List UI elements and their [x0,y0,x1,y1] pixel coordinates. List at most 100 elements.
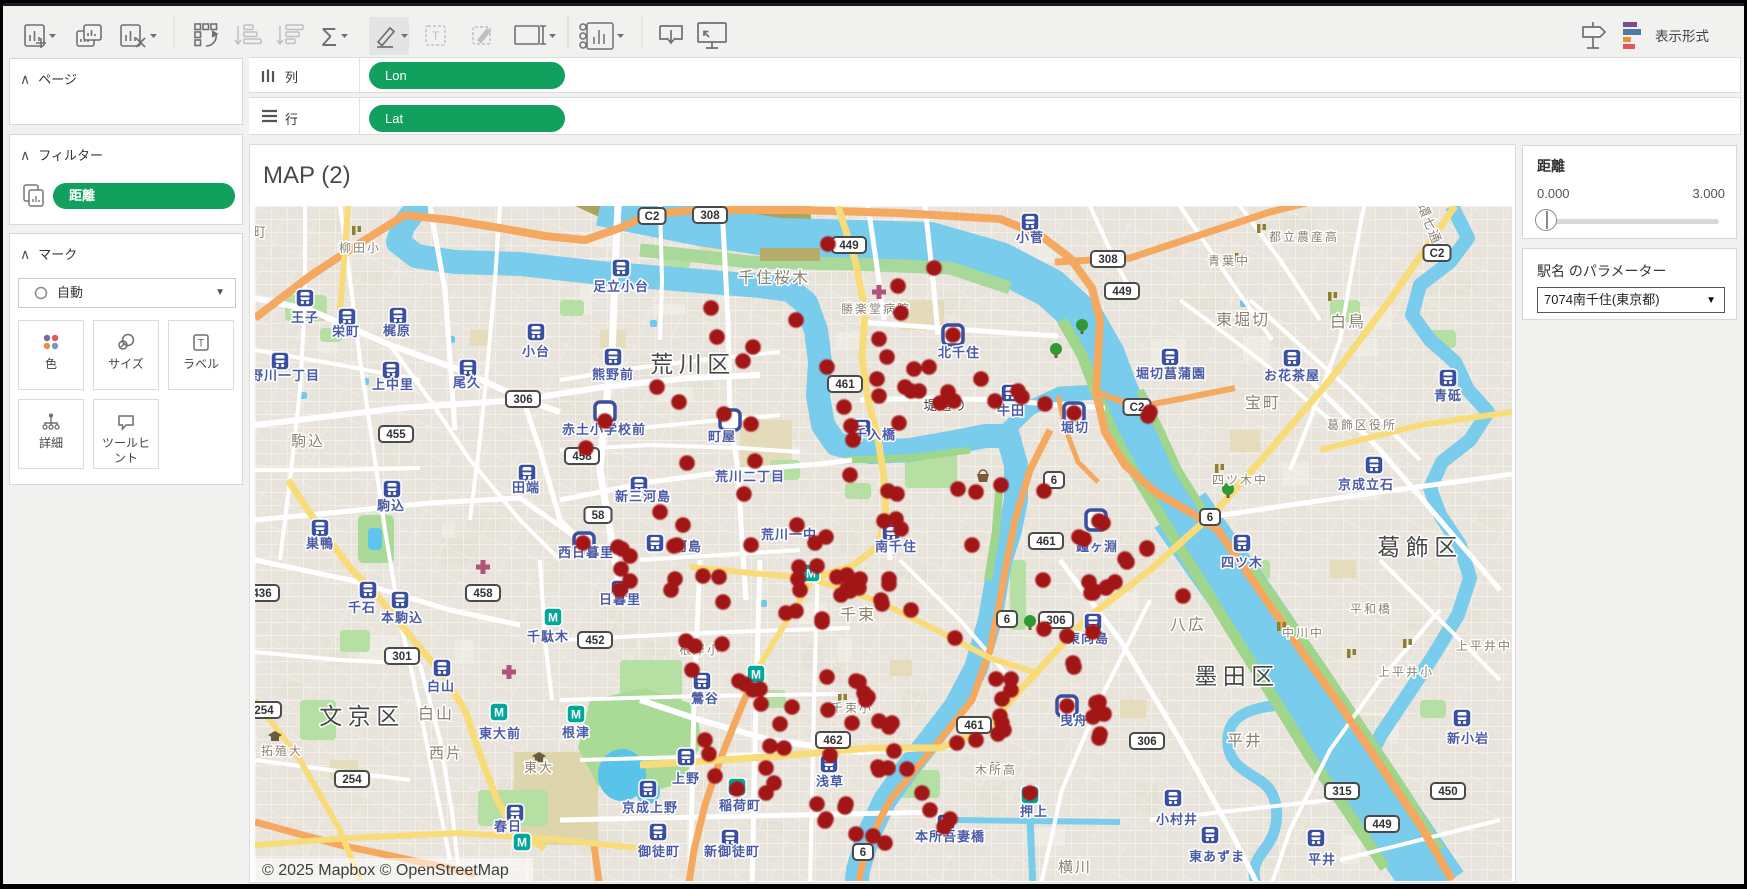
svg-text:254: 254 [342,774,362,786]
svg-text:450: 450 [1438,786,1457,798]
svg-text:お花茶屋: お花茶屋 [1264,368,1320,383]
svg-text:野川一丁目: 野川一丁目 [255,368,320,383]
svg-text:436: 436 [255,588,272,600]
svg-text:上中里: 上中里 [372,377,414,392]
svg-text:北千住: 北千住 [938,345,980,360]
svg-text:461: 461 [964,720,984,732]
svg-text:315: 315 [1332,786,1352,798]
svg-text:千石: 千石 [348,600,376,615]
svg-text:新三河島: 新三河島 [615,489,671,504]
svg-text:462: 462 [823,735,842,747]
svg-text:平和橋: 平和橋 [1350,602,1392,616]
svg-text:表示形式: 表示形式 [1655,29,1709,44]
svg-text:町屋: 町屋 [708,429,736,444]
svg-text:足立小台: 足立小台 [593,279,649,294]
svg-text:宝町: 宝町 [1245,394,1281,412]
svg-text:小菅: 小菅 [1016,230,1044,245]
svg-text:浅草: 浅草 [816,774,844,789]
svg-text:東大前: 東大前 [479,726,521,741]
svg-text:小台: 小台 [522,344,550,359]
svg-text:新御徒町: 新御徒町 [704,844,760,859]
svg-text:都立農産高: 都立農産高 [1269,229,1339,244]
svg-text:根津: 根津 [562,725,590,740]
svg-text:上野: 上野 [672,771,700,786]
svg-text:駒込: 駒込 [291,433,325,450]
svg-text:木所高: 木所高 [975,762,1017,777]
svg-text:王子: 王子 [291,310,319,325]
svg-text:平井: 平井 [1308,852,1336,867]
svg-text:青砥: 青砥 [1434,388,1462,403]
svg-text:青葉中: 青葉中 [1208,253,1250,268]
svg-text:御徒町: 御徒町 [637,844,680,859]
svg-text:尾久: 尾久 [453,375,481,390]
svg-text:曳舟: 曳舟 [1060,713,1088,728]
svg-text:308: 308 [700,210,720,222]
svg-text:306: 306 [1137,736,1156,748]
svg-text:熊野前: 熊野前 [592,367,634,382]
svg-text:T: T [198,338,205,350]
svg-text:西片: 西片 [429,745,463,762]
svg-text:稲荷町: 稲荷町 [719,798,761,813]
svg-text:墨田区: 墨田区 [1194,663,1280,689]
svg-text:春日: 春日 [493,819,522,834]
svg-text:四ツ木中: 四ツ木中 [1212,472,1268,487]
svg-text:東大: 東大 [524,760,554,775]
svg-text:306: 306 [513,394,532,406]
svg-text:梶原: 梶原 [383,323,411,338]
svg-text:京成上野: 京成上野 [622,800,678,815]
svg-text:C2: C2 [645,211,660,223]
svg-text:横川: 横川 [1058,859,1092,876]
svg-text:巣鴨: 巣鴨 [305,536,334,551]
svg-text:308: 308 [1098,254,1118,266]
svg-text:449: 449 [1372,819,1391,831]
svg-text:千駄木: 千駄木 [527,629,569,644]
svg-text:6: 6 [1004,614,1010,626]
svg-text:四ツ木: 四ツ木 [1221,555,1263,570]
svg-text:461: 461 [1036,536,1056,548]
svg-text:葛飾区: 葛飾区 [1377,534,1463,560]
svg-text:千住桜木: 千住桜木 [738,269,810,287]
svg-text:東堀切: 東堀切 [1216,311,1270,329]
svg-text:452: 452 [585,635,604,647]
svg-text:301: 301 [392,651,412,663]
svg-text:中川中: 中川中 [1282,625,1324,640]
svg-text:上平井小: 上平井小 [1378,665,1434,679]
svg-text:町: 町 [255,224,268,240]
svg-text:京成立石: 京成立石 [1338,477,1394,492]
svg-text:6: 6 [1207,512,1213,524]
svg-text:M: M [548,611,558,625]
svg-text:T: T [432,29,440,43]
svg-text:荒川二丁目: 荒川二丁目 [714,469,785,484]
svg-text:葛飾区役所: 葛飾区役所 [1327,417,1397,432]
svg-text:駒込: 駒込 [376,498,405,513]
svg-text:新小岩: 新小岩 [1447,731,1489,746]
svg-text:254: 254 [255,705,274,717]
svg-text:白山: 白山 [427,679,455,694]
svg-text:461: 461 [835,379,855,391]
svg-text:上平井中: 上平井中 [1456,638,1512,653]
svg-text:白山: 白山 [418,705,454,723]
svg-text:八広: 八広 [1170,616,1206,634]
svg-text:58: 58 [592,510,605,522]
svg-text:文京区: 文京区 [319,703,405,729]
svg-text:白鳥: 白鳥 [1330,313,1366,331]
svg-text:Σ: Σ [321,22,337,52]
svg-text:東あずま: 東あずま [1189,849,1245,864]
svg-text:449: 449 [839,240,858,252]
svg-text:平井: 平井 [1227,732,1263,750]
svg-text:455: 455 [386,429,406,441]
svg-text:柳田小: 柳田小 [339,241,381,255]
svg-text:押上: 押上 [1020,804,1048,819]
svg-text:6: 6 [1051,475,1057,487]
svg-text:449: 449 [1112,286,1131,298]
svg-text:本駒込: 本駒込 [381,610,423,625]
svg-text:堀切菖蒲園: 堀切菖蒲園 [1136,366,1206,381]
svg-text:6: 6 [860,847,866,859]
svg-text:荒川区: 荒川区 [650,351,736,377]
svg-text:458: 458 [473,588,493,600]
svg-text:© 2025 Mapbox © OpenStreetMap: © 2025 Mapbox © OpenStreetMap [262,862,509,879]
svg-text:堀切: 堀切 [1061,420,1089,435]
svg-text:M: M [494,706,504,720]
svg-text:M: M [517,836,527,850]
svg-text:C2: C2 [1430,248,1445,260]
